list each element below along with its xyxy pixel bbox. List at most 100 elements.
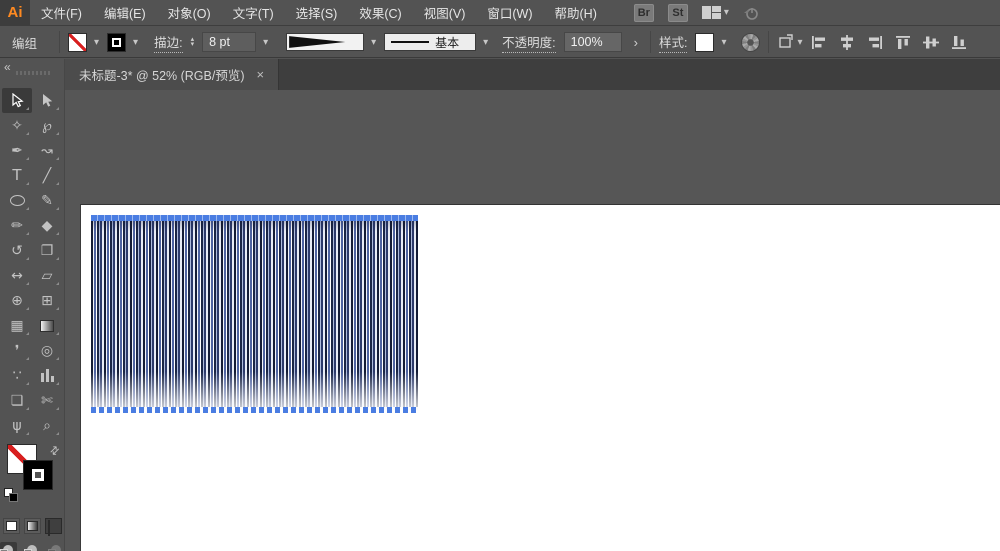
document-tab-bar: 未标题-3* @ 52% (RGB/预览) × [65, 59, 1000, 90]
selection-tool[interactable] [2, 88, 32, 113]
blend-icon: ◎ [41, 344, 53, 358]
chevron-down-icon[interactable]: ▾ [133, 37, 138, 48]
opacity-label[interactable]: 不透明度: [502, 32, 555, 53]
color-swatch-icon [6, 521, 17, 531]
chevron-down-icon[interactable]: ▾ [483, 37, 488, 48]
type-tool[interactable]: T [2, 163, 32, 188]
ellipse-tool[interactable] [2, 188, 32, 213]
brush-definition-box[interactable]: 基本 [384, 33, 476, 51]
slice-tool[interactable]: ✄ [32, 388, 62, 413]
blend-tool[interactable]: ◎ [32, 338, 62, 363]
menu-select[interactable]: 选择(S) [285, 0, 349, 26]
rotate-tool[interactable]: ↺ [2, 238, 32, 263]
pen-tool[interactable]: ✒ [2, 138, 32, 163]
paintbrush-tool[interactable]: ✎ [32, 188, 62, 213]
artboard-tool[interactable]: ❏ [2, 388, 32, 413]
align-vertical-center-icon[interactable] [923, 35, 939, 50]
chevron-down-icon[interactable]: ▾ [263, 37, 268, 48]
menu-window[interactable]: 窗口(W) [476, 0, 543, 26]
chevron-down-icon[interactable]: ▾ [94, 37, 99, 48]
panel-grip[interactable] [16, 71, 52, 75]
align-horizontal-center-icon[interactable] [839, 35, 855, 50]
opacity-more-arrow[interactable]: › [630, 35, 642, 50]
mesh-tool[interactable]: ▦ [2, 313, 32, 338]
color-mode-button[interactable] [3, 518, 20, 534]
symbol-sprayer-tool[interactable]: ∵ [2, 363, 32, 388]
bridge-button[interactable]: Br [634, 4, 654, 22]
workspace-switcher[interactable]: ▾ [702, 6, 729, 19]
free-transform-tool[interactable]: ▱ [32, 263, 62, 288]
align-to-control[interactable]: ▾ [777, 34, 803, 50]
document-tab[interactable]: 未标题-3* @ 52% (RGB/预览) × [65, 59, 279, 90]
draw-normal-button[interactable] [0, 542, 17, 551]
fill-color-control[interactable]: ▾ [68, 33, 99, 52]
stepper-down-icon[interactable]: ▾ [191, 42, 195, 47]
line-segment-tool[interactable]: ╱ [32, 163, 62, 188]
align-top-icon[interactable] [895, 35, 911, 50]
zoom-tool[interactable]: ⌕ [32, 413, 62, 438]
brush-definition-control[interactable]: 基本 ▾ [384, 33, 488, 51]
align-right-icon[interactable] [867, 35, 883, 50]
stroke-weight-label[interactable]: 描边: [154, 32, 182, 53]
shaper-tool[interactable]: ✏ [2, 213, 32, 238]
stock-button[interactable]: St [668, 4, 688, 22]
menu-view[interactable]: 视图(V) [413, 0, 477, 26]
vertical-stripes-pattern[interactable] [91, 218, 418, 410]
mesh-icon: ▦ [10, 319, 23, 333]
column-graph-tool[interactable] [32, 363, 62, 388]
default-fill-stroke-icon[interactable] [4, 488, 18, 502]
collapse-panel-icon[interactable]: « [4, 60, 10, 74]
hand-tool[interactable]: ψ [2, 413, 32, 438]
align-bottom-icon[interactable] [951, 35, 967, 50]
draw-inside-button[interactable] [47, 542, 64, 551]
app-logo[interactable]: Ai [0, 0, 30, 26]
menu-help[interactable]: 帮助(H) [544, 0, 608, 26]
stroke-weight-value[interactable]: 8 pt [202, 32, 256, 52]
menu-object[interactable]: 对象(O) [157, 0, 222, 26]
menu-type[interactable]: 文字(T) [222, 0, 285, 26]
opacity-value[interactable]: 100% [564, 32, 622, 52]
draw-behind-button[interactable] [24, 542, 41, 551]
close-icon[interactable]: × [257, 67, 265, 82]
width-profile-preview[interactable] [286, 33, 364, 51]
none-mode-button[interactable] [45, 518, 62, 534]
chevron-down-icon[interactable]: ▾ [721, 37, 726, 48]
stroke-weight-combo[interactable]: 8 pt ▾ [202, 32, 268, 52]
align-left-icon[interactable] [811, 35, 827, 50]
document-viewport[interactable] [65, 90, 1000, 551]
width-tool[interactable]: ↔ [2, 263, 32, 288]
stroke-color-control[interactable]: ▾ [107, 33, 138, 52]
direct-selection-tool[interactable] [32, 88, 62, 113]
shape-builder-tool[interactable]: ⊕ [2, 288, 32, 313]
style-label[interactable]: 样式: [659, 32, 687, 53]
menu-file[interactable]: 文件(F) [30, 0, 93, 26]
chevron-down-icon[interactable]: ▾ [371, 37, 376, 48]
stroke-weight-stepper[interactable]: ▴ ▾ [191, 37, 195, 47]
selection-anchors-bottom[interactable] [91, 407, 418, 413]
perspective-grid-tool[interactable]: ⊞ [32, 288, 62, 313]
gpu-performance-icon[interactable] [743, 5, 759, 21]
stroke-color-swatch[interactable] [107, 33, 126, 52]
menu-edit[interactable]: 编辑(E) [93, 0, 157, 26]
artboard-canvas[interactable] [80, 204, 1000, 551]
selection-anchors-top[interactable] [91, 215, 418, 221]
gradient-tool[interactable] [32, 313, 62, 338]
gradient-mode-button[interactable] [24, 518, 41, 534]
eyedropper-tool[interactable]: ❜ [2, 338, 32, 363]
curvature-tool[interactable]: ↝ [32, 138, 62, 163]
style-swatch[interactable] [695, 33, 714, 52]
recolor-artwork-icon[interactable] [741, 33, 760, 52]
selected-striped-artwork[interactable] [91, 215, 418, 413]
fill-none-swatch[interactable] [68, 33, 87, 52]
eraser-tool[interactable]: ◆ [32, 213, 62, 238]
lasso-tool[interactable]: ℘ [32, 113, 62, 138]
style-control[interactable]: ▾ [695, 33, 726, 52]
scale-tool[interactable]: ❐ [32, 238, 62, 263]
swap-fill-stroke-icon[interactable]: ⇄ [47, 443, 63, 459]
magic-wand-tool[interactable]: ✧ [2, 113, 32, 138]
ellipse-icon [10, 195, 25, 206]
menu-effect[interactable]: 效果(C) [348, 0, 412, 26]
none-slash-icon [69, 34, 86, 51]
width-profile-control[interactable]: ▾ [286, 33, 376, 51]
stroke-swatch-black[interactable] [23, 460, 53, 490]
